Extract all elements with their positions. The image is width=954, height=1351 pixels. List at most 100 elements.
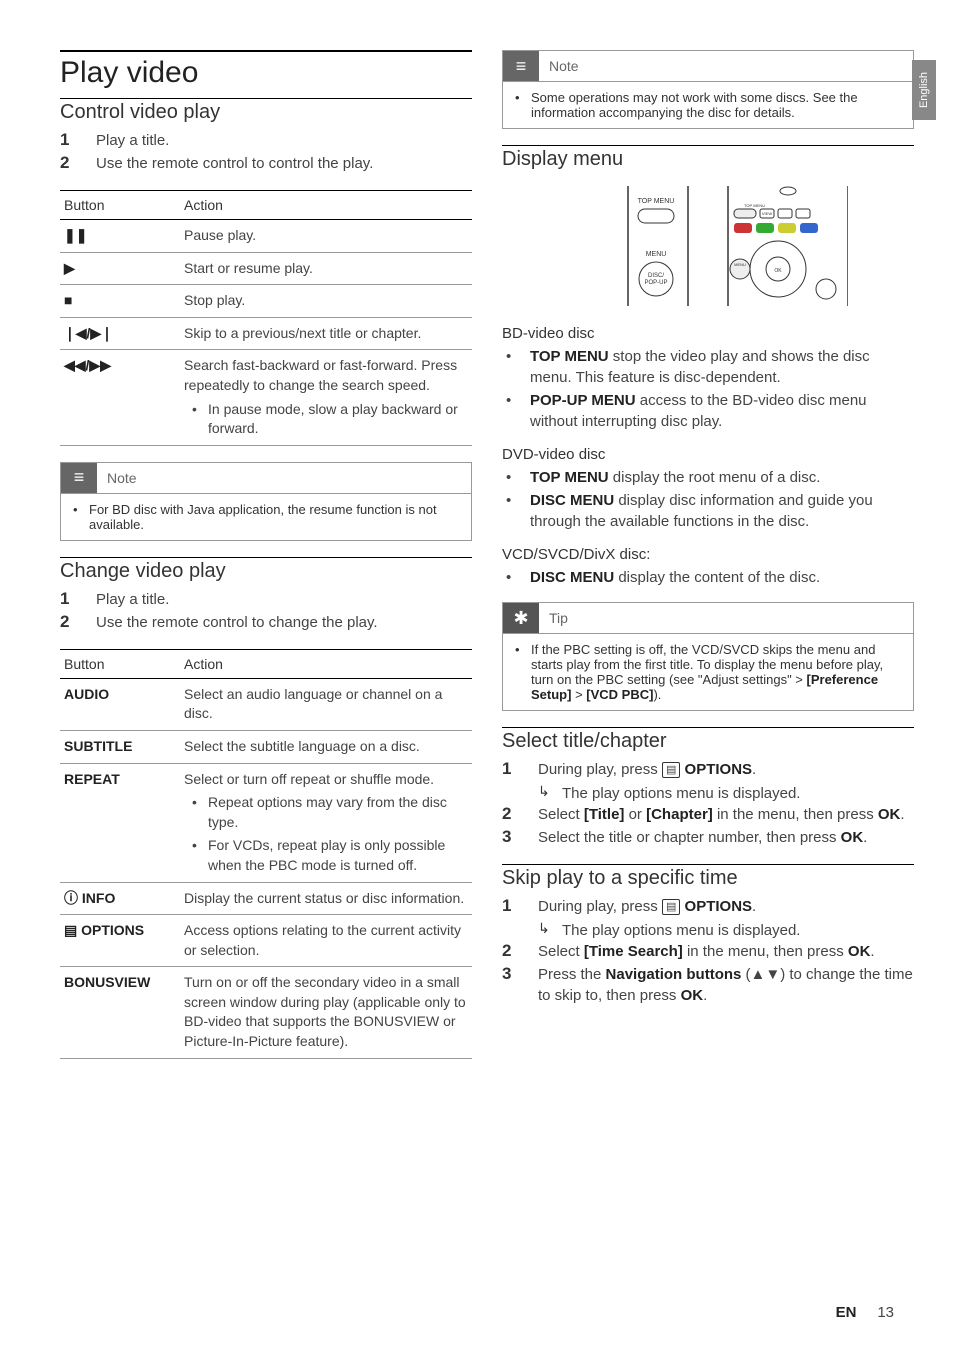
action-text: Turn on or off the secondary video in a … <box>180 967 472 1058</box>
subhead-bd: BD-video disc <box>502 325 914 342</box>
step-item: 1 During play, press ▤ OPTIONS. <box>502 759 914 780</box>
step-text: During play, press ▤ OPTIONS. <box>538 896 756 917</box>
item-text: DISC MENU display disc information and g… <box>530 490 914 532</box>
callout-body: • Some operations may not work with some… <box>503 81 913 128</box>
lead-bold: TOP MENU <box>530 348 609 365</box>
lead-bold: TOP MENU <box>530 469 609 486</box>
bd-section: BD-video disc • TOP MENU stop the video … <box>502 325 914 432</box>
step-sub: ↳ The play options menu is displayed. <box>538 920 914 941</box>
note-icon: ≡ <box>61 463 97 493</box>
remote-svg: TOP MENU MENU DISC/ POP-UP TOP MENU VIEW <box>568 181 848 311</box>
step-text: Play a title. <box>96 130 169 151</box>
button-info: ⓘ INFO <box>60 882 180 915</box>
section-heading-display-menu: Display menu <box>502 145 914 171</box>
action-text: Skip to a previous/next title or chapter… <box>180 317 472 350</box>
sub-text: Repeat options may vary from the disc ty… <box>208 793 468 832</box>
remote-diagram: TOP MENU MENU DISC/ POP-UP TOP MENU VIEW <box>568 181 848 311</box>
action-text: Select an audio language or channel on a… <box>180 678 472 730</box>
bullet-dot: • <box>184 400 208 439</box>
button-pause-icon: ❚❚ <box>60 220 180 253</box>
step-item: 2 Select [Title] or [Chapter] in the men… <box>502 804 914 825</box>
dvd-section: DVD-video disc • TOP MENU display the ro… <box>502 446 914 532</box>
button-audio: AUDIO <box>60 678 180 730</box>
sub-bullet: •Repeat options may vary from the disc t… <box>184 793 468 832</box>
button-search-icon: ◀◀/▶▶ <box>60 350 180 445</box>
item-text: POP-UP MENU access to the BD-video disc … <box>530 390 914 432</box>
tip-b2: [VCD PBC] <box>586 687 653 702</box>
table-header-button: Button <box>60 191 180 220</box>
callout-title: Tip <box>539 610 568 626</box>
page-content: Play video Control video play 1 Play a t… <box>0 0 954 1095</box>
table-row: SUBTITLE Select the subtitle language on… <box>60 730 472 763</box>
language-tab-text: English <box>918 72 930 108</box>
bullet-dot: • <box>502 467 530 488</box>
options-icon: ▤ <box>662 899 680 915</box>
table-row: ⓘ INFO Display the current status or dis… <box>60 882 472 915</box>
table-row: ❘◀/▶❘ Skip to a previous/next title or c… <box>60 317 472 350</box>
step-item: 1 During play, press ▤ OPTIONS. <box>502 896 914 917</box>
list-item: • TOP MENU display the root menu of a di… <box>502 467 914 488</box>
trail-text: display the root menu of a disc. <box>609 469 821 486</box>
svg-text:MENU: MENU <box>734 262 746 267</box>
list-item: • TOP MENU stop the video play and shows… <box>502 346 914 388</box>
note-callout: ≡ Note • Some operations may not work wi… <box>502 50 914 129</box>
item-text: DISC MENU display the content of the dis… <box>530 567 820 588</box>
action-text: Select the subtitle language on a disc. <box>180 730 472 763</box>
list-item: • DISC MENU display disc information and… <box>502 490 914 532</box>
step-number: 3 <box>502 827 538 848</box>
callout-header: ✱ Tip <box>503 603 913 633</box>
control-button-table: Button Action ❚❚ Pause play. ▶ Start or … <box>60 190 472 446</box>
bullet-dot: • <box>73 502 89 532</box>
item-text: TOP MENU stop the video play and shows t… <box>530 346 914 388</box>
action-text: Start or resume play. <box>180 252 472 285</box>
button-bonusview: BONUSVIEW <box>60 967 180 1058</box>
tip-p3: ). <box>653 687 661 702</box>
page-footer: EN 13 <box>836 1304 894 1321</box>
subhead-dvd: DVD-video disc <box>502 446 914 463</box>
callout-body: • For BD disc with Java application, the… <box>61 493 471 540</box>
options-icon: ▤ <box>662 762 680 778</box>
sub-text: The play options menu is displayed. <box>562 783 800 804</box>
vcd-list: • DISC MENU display the content of the d… <box>502 567 914 588</box>
bullet-dot: • <box>502 390 530 432</box>
step-item: 1 Play a title. <box>60 130 472 151</box>
result-arrow-icon: ↳ <box>538 920 562 941</box>
step-text: Press the Navigation buttons (▲▼) to cha… <box>538 964 914 1006</box>
step-number: 2 <box>502 804 538 825</box>
label-top-menu: TOP MENU <box>638 198 675 205</box>
step-item: 3 Press the Navigation buttons (▲▼) to c… <box>502 964 914 1006</box>
note-icon: ≡ <box>503 51 539 81</box>
bullet-dot: • <box>184 836 208 875</box>
button-play-icon: ▶ <box>60 252 180 285</box>
table-row: REPEAT Select or turn off repeat or shuf… <box>60 763 472 882</box>
button-subtitle: SUBTITLE <box>60 730 180 763</box>
step-number: 2 <box>60 153 96 174</box>
svg-text:VIEW: VIEW <box>762 211 772 216</box>
footer-lang: EN <box>836 1304 857 1321</box>
svg-text:TOP MENU: TOP MENU <box>744 203 765 208</box>
step-text: Select [Title] or [Chapter] in the menu,… <box>538 804 905 825</box>
note-callout: ≡ Note • For BD disc with Java applicati… <box>60 462 472 541</box>
table-row: ■ Stop play. <box>60 285 472 318</box>
action-text: Stop play. <box>180 285 472 318</box>
change-button-table: Button Action AUDIO Select an audio lang… <box>60 649 472 1059</box>
button-repeat: REPEAT <box>60 763 180 882</box>
list-item: • DISC MENU display the content of the d… <box>502 567 914 588</box>
step-number: 3 <box>502 964 538 1006</box>
step-text: Use the remote control to change the pla… <box>96 612 378 633</box>
svg-text:OK: OK <box>774 268 782 274</box>
select-title-steps: 1 During play, press ▤ OPTIONS. ↳ The pl… <box>502 759 914 848</box>
callout-body: • If the PBC setting is off, the VCD/SVC… <box>503 633 913 710</box>
left-column: Play video Control video play 1 Play a t… <box>60 50 472 1075</box>
callout-title: Note <box>539 58 579 74</box>
button-options: ▤ OPTIONS <box>60 915 180 967</box>
sub-text: For VCDs, repeat play is only possible w… <box>208 836 468 875</box>
table-row: ❚❚ Pause play. <box>60 220 472 253</box>
action-text: Select or turn off repeat or shuffle mod… <box>180 763 472 882</box>
table-row: ▤ OPTIONS Access options relating to the… <box>60 915 472 967</box>
sub-text: The play options menu is displayed. <box>562 920 800 941</box>
step-item: 2 Use the remote control to control the … <box>60 153 472 174</box>
footer-page-number: 13 <box>877 1304 894 1321</box>
tip-icon: ✱ <box>503 603 539 633</box>
step-item: 2 Use the remote control to change the p… <box>60 612 472 633</box>
